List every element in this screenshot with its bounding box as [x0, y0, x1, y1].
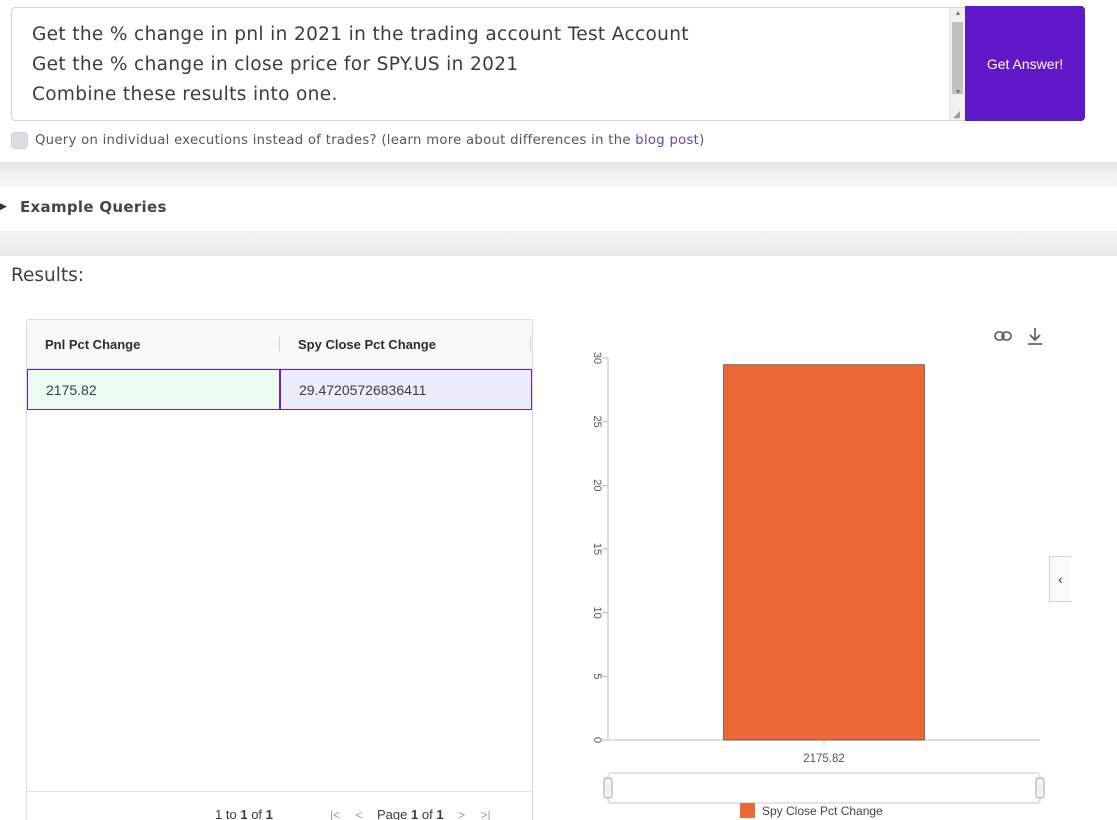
results-grid: Pnl Pct Change Spy Close Pct Change 2175… [26, 319, 533, 820]
executions-label: Query on individual executions instead o… [35, 133, 636, 148]
chart-toolbar [993, 326, 1045, 346]
pagination-controls: |< < Page 1 of 1 > >| [323, 807, 498, 820]
example-queries-label: Example Queries [20, 198, 167, 216]
range-to: 1 [240, 807, 248, 820]
results-bar-chart: 0 5 10 15 20 25 30 2175.82 Spy Close Pct Change [591, 352, 1045, 818]
legend-swatch [740, 803, 755, 818]
column-header-pnl-pct-change[interactable]: Pnl Pct Change [45, 320, 140, 368]
y-tick-label: 20 [591, 479, 603, 491]
table-cell[interactable]: 29.47205726836411 [280, 369, 532, 410]
y-tick-label: 0 [591, 737, 603, 743]
next-page-icon[interactable]: > [450, 808, 474, 820]
executions-label-end: ) [699, 133, 705, 148]
last-page-icon[interactable]: >| [474, 808, 498, 820]
example-queries-toggle[interactable]: ▶ Example Queries [0, 198, 167, 216]
executions-option: Query on individual executions instead o… [11, 132, 705, 149]
legend-label: Spy Close Pct Change [762, 804, 883, 818]
column-resize-handle[interactable] [530, 337, 531, 351]
column-resize-handle[interactable] [279, 337, 280, 351]
page-word: Page [377, 807, 408, 820]
get-answer-button[interactable]: Get Answer! [965, 6, 1085, 121]
executions-checkbox[interactable] [11, 132, 28, 149]
y-tick-label: 25 [591, 416, 603, 428]
x-tick-label: 2175.82 [803, 753, 845, 765]
query-textarea[interactable]: Get the % change in pnl in 2021 in the t… [11, 7, 966, 121]
page-indicator: Page 1 of 1 [377, 807, 444, 820]
prev-page-icon[interactable]: < [347, 808, 371, 820]
range-to-word: to [225, 807, 237, 820]
section-divider [0, 162, 1117, 187]
chart-bar [723, 364, 925, 741]
query-line-1: Get the % change in pnl in 2021 in the t… [32, 24, 689, 45]
table-row[interactable]: 2175.82 29.47205726836411 [27, 369, 532, 410]
y-tick-label: 5 [591, 673, 603, 679]
scroll-up-icon[interactable]: ▲ [950, 8, 966, 20]
query-text[interactable]: Get the % change in pnl in 2021 in the t… [32, 20, 932, 110]
resize-grip-icon[interactable]: ◢ [953, 109, 963, 119]
y-tick-label: 30 [591, 352, 603, 364]
y-tick-label: 10 [591, 607, 603, 619]
query-line-2: Get the % change in close price for SPY.… [32, 54, 519, 75]
range-handle-left [603, 777, 613, 799]
textarea-scrollbar[interactable]: ▲ ▼ [949, 8, 965, 120]
download-icon[interactable] [1025, 326, 1045, 346]
table-cell[interactable]: 2175.82 [27, 369, 280, 410]
grid-header: Pnl Pct Change Spy Close Pct Change [27, 320, 532, 369]
range-handle-right [1035, 777, 1045, 799]
link-icon[interactable] [993, 326, 1013, 346]
section-divider [0, 231, 1117, 256]
caret-right-icon: ▶ [0, 202, 8, 212]
page-of-word: of [421, 807, 433, 820]
current-page: 1 [411, 807, 419, 820]
range-total: 1 [265, 807, 273, 820]
pagination-summary: 1 to 1 of 1 [215, 807, 273, 820]
blog-post-link[interactable]: blog post [635, 133, 699, 148]
range-of-word: of [251, 807, 263, 820]
scroll-thumb[interactable] [952, 22, 963, 94]
first-page-icon[interactable]: |< [323, 808, 347, 820]
chevron-left-icon[interactable]: ‹ [1049, 556, 1071, 602]
column-header-spy-close-pct-change[interactable]: Spy Close Pct Change [298, 320, 436, 368]
results-title: Results: [11, 265, 85, 286]
scroll-down-icon[interactable]: ▼ [950, 87, 966, 99]
y-tick-label: 15 [591, 543, 603, 555]
total-pages: 1 [436, 807, 444, 820]
query-line-3: Combine these results into one. [32, 84, 338, 105]
grid-pagination: 1 to 1 of 1 |< < Page 1 of 1 > >| [27, 791, 532, 820]
chart-range-slider [607, 772, 1041, 804]
range-from: 1 [215, 807, 223, 820]
